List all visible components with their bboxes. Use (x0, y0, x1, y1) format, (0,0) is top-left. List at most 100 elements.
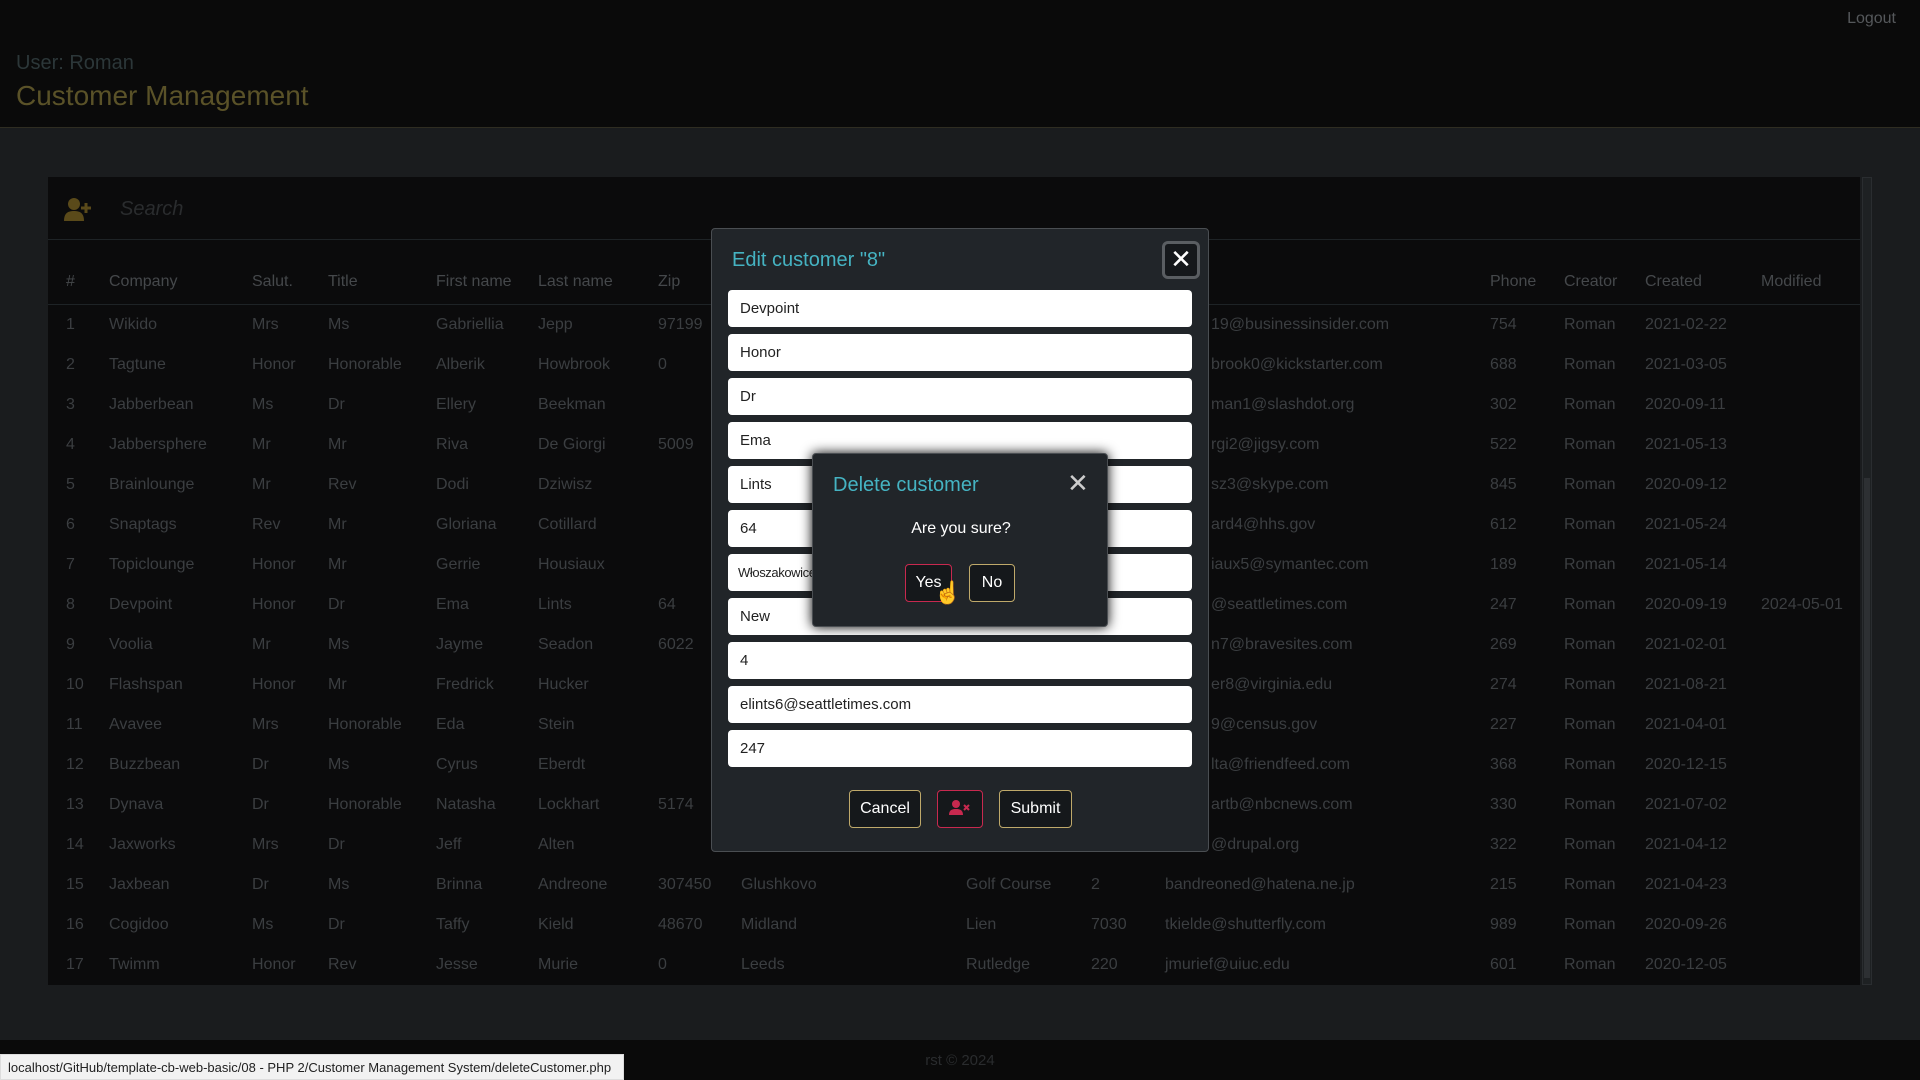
cell-creator: Roman (1564, 756, 1616, 773)
cell-phone: 612 (1490, 516, 1517, 533)
cell-email: tkielde@shutterfly.com (1165, 916, 1326, 933)
edit-field-title[interactable]: Dr (728, 378, 1192, 415)
cell-title: Mr (328, 516, 347, 533)
edit-field-number[interactable]: 4 (728, 642, 1192, 679)
cell-title: Honorable (328, 716, 402, 733)
column-header-title[interactable]: Title (328, 273, 358, 291)
cell-creator: Roman (1564, 436, 1616, 453)
cell-last-name: Stein (538, 716, 575, 733)
cell-email: bandreoned@hatena.ne.jp (1165, 876, 1355, 893)
search-input[interactable] (120, 191, 720, 227)
cell-title: Dr (328, 596, 345, 613)
cell-street: Golf Course (966, 876, 1052, 893)
cell-title: Dr (328, 396, 345, 413)
edit-field-phone[interactable]: 247 (728, 730, 1192, 767)
submit-button[interactable]: Submit (999, 790, 1072, 828)
no-button[interactable]: No (969, 564, 1015, 602)
edit-field-salutation[interactable]: Honor (728, 334, 1192, 371)
cell-last-name: Alten (538, 836, 575, 853)
edit-field-email[interactable]: elints6@seattletimes.com (728, 686, 1192, 723)
table-row[interactable]: 15 Jaxbean Dr Ms Brinna Andreone 307450 Glushko… (48, 865, 1860, 905)
cell-title: Ms (328, 636, 350, 653)
cell-salutation: Dr (252, 876, 269, 893)
cell-creator: Roman (1564, 836, 1616, 853)
table-row[interactable]: 16 Cogidoo Ms Dr Taffy Kield 48670 Midland Lien 7… (48, 905, 1860, 945)
cell-creator: Roman (1564, 876, 1616, 893)
cell-first-name: Riva (436, 436, 469, 453)
cell-phone: 322 (1490, 836, 1517, 853)
column-header-zip[interactable]: Zip (658, 273, 680, 291)
delete-customer-button[interactable] (937, 790, 983, 828)
cell-company: Wikido (109, 316, 158, 333)
cell-id: 12 (66, 756, 84, 773)
logout-link[interactable]: Logout (1847, 10, 1896, 28)
table-row[interactable]: 17 Twimm Honor Rev Jesse Murie 0 Leeds Rutledge 2… (48, 945, 1860, 985)
cell-phone: 274 (1490, 676, 1517, 693)
cell-created: 2021-05-24 (1645, 516, 1727, 533)
scrollbar-thumb[interactable] (1864, 478, 1870, 978)
cell-zip: 6022 (658, 636, 694, 653)
cell-phone: 269 (1490, 636, 1517, 653)
close-icon[interactable]: ✕ (1162, 241, 1200, 279)
cell-first-name: Cyrus (436, 756, 478, 773)
cell-company: Snaptags (109, 516, 177, 533)
cell-created: 2021-04-23 (1645, 876, 1727, 893)
cell-id: 16 (66, 916, 84, 933)
cell-salutation: Ms (252, 916, 274, 933)
cell-email: @drupal.org (1211, 836, 1300, 853)
cell-creator: Roman (1564, 916, 1616, 933)
cell-company: Cogidoo (109, 916, 169, 933)
column-header-creator[interactable]: Creator (1564, 273, 1617, 291)
cell-phone: 302 (1490, 396, 1517, 413)
cancel-button[interactable]: Cancel (849, 790, 921, 828)
cell-company: Twimm (109, 956, 160, 973)
column-header-first-name[interactable]: First name (436, 273, 512, 291)
cell-number: 7030 (1091, 916, 1127, 933)
column-header-modified[interactable]: Modified (1761, 273, 1821, 291)
column-header-company[interactable]: Company (109, 273, 177, 291)
add-user-icon[interactable] (64, 197, 92, 221)
cell-salutation: Mr (252, 436, 271, 453)
cell-last-name: Housiaux (538, 556, 605, 573)
cell-first-name: Jeff (436, 836, 462, 853)
cell-title: Ms (328, 876, 350, 893)
cell-phone: 215 (1490, 876, 1517, 893)
cell-last-name: Murie (538, 956, 579, 973)
cell-company: Jabberbean (109, 396, 194, 413)
cell-created: 2021-04-12 (1645, 836, 1727, 853)
cell-created: 2020-12-15 (1645, 756, 1727, 773)
cell-company: Brainlounge (109, 476, 195, 493)
column-header-id[interactable]: # (66, 273, 75, 291)
column-header-phone[interactable]: Phone (1490, 273, 1536, 291)
cell-company: Voolia (109, 636, 153, 653)
cell-salutation: Dr (252, 796, 269, 813)
cell-salutation: Mr (252, 476, 271, 493)
cell-title: Mr (328, 556, 347, 573)
close-icon[interactable]: ✕ (1067, 468, 1089, 499)
cell-first-name: Dodi (436, 476, 469, 493)
cell-last-name: Hucker (538, 676, 589, 693)
cell-created: 2021-04-01 (1645, 716, 1727, 733)
cell-creator: Roman (1564, 796, 1616, 813)
edit-field-company[interactable]: Devpoint (728, 290, 1192, 327)
cell-creator: Roman (1564, 316, 1616, 333)
cell-id: 15 (66, 876, 84, 893)
column-header-last-name[interactable]: Last name (538, 273, 613, 291)
cell-first-name: Taffy (436, 916, 470, 933)
cell-email: sz3@skype.com (1211, 476, 1329, 493)
cell-id: 5 (66, 476, 75, 493)
cell-id: 7 (66, 556, 75, 573)
cell-salutation: Mrs (252, 316, 279, 333)
cell-salutation: Honor (252, 556, 296, 573)
column-header-salutation[interactable]: Salut. (252, 273, 293, 291)
cell-salutation: Honor (252, 676, 296, 693)
cell-email: brook0@kickstarter.com (1211, 356, 1383, 373)
scrollbar[interactable] (1862, 177, 1872, 985)
cell-id: 13 (66, 796, 84, 813)
cell-creator: Roman (1564, 596, 1616, 613)
column-header-created[interactable]: Created (1645, 273, 1702, 291)
cell-email: n7@bravesites.com (1211, 636, 1353, 653)
cell-salutation: Honor (252, 356, 296, 373)
cell-creator: Roman (1564, 356, 1616, 373)
cell-city: Glushkovo (741, 876, 817, 893)
